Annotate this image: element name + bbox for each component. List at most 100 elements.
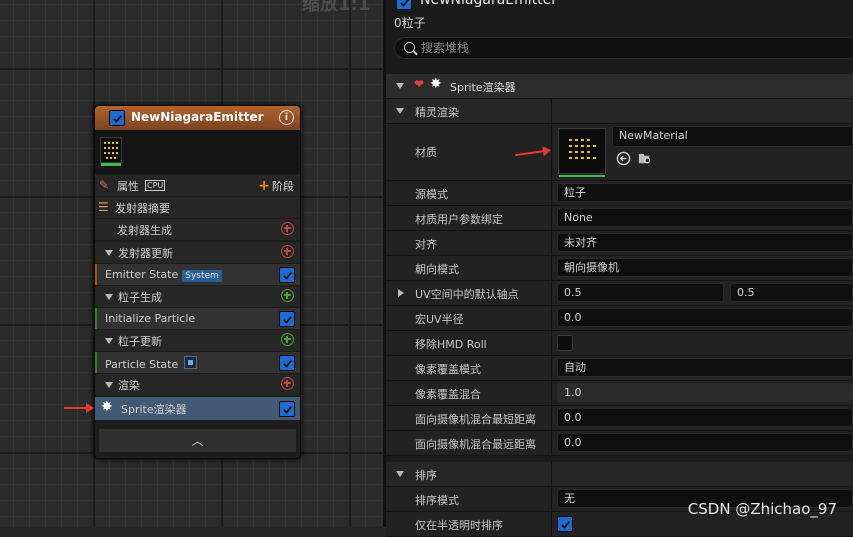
- emitter-title: NewNiagaraEmitter: [420, 0, 557, 8]
- check-icon: [282, 359, 292, 368]
- emitter-thumbnail-icon[interactable]: [100, 137, 122, 166]
- properties-label: 属性: [117, 179, 139, 193]
- pivot-u-input[interactable]: 0.5: [557, 283, 724, 302]
- material-label: 材质: [415, 146, 437, 159]
- emitter-enable-checkbox[interactable]: [109, 110, 125, 126]
- emitter-enable-checkbox[interactable]: [396, 0, 412, 10]
- row-macro-uv-radius: 宏UV半径 0.0: [386, 306, 853, 331]
- pixel-coverage-mode-dropdown[interactable]: 自动: [557, 358, 853, 377]
- node-renderer-sprite[interactable]: ✸ Sprite渲染器: [95, 397, 300, 420]
- heart-icon: ❤: [414, 77, 425, 91]
- check-icon: [112, 114, 122, 123]
- row-camera-blend-max: 面向摄像机混合最远距离 0.0: [386, 431, 853, 456]
- material-user-param-dropdown[interactable]: None: [557, 208, 853, 227]
- collapse-icon: [105, 249, 113, 256]
- module-enable-checkbox[interactable]: [279, 267, 295, 283]
- remove-hmd-roll-checkbox[interactable]: [557, 335, 573, 351]
- particle-count: 0粒子: [394, 16, 426, 30]
- check-icon: [282, 405, 292, 414]
- row-alignment: 对齐 未对齐: [386, 231, 853, 256]
- node-row-emitter-summary[interactable]: ☰ 发射器摘要: [95, 197, 300, 218]
- collapse-node-button[interactable]: ︿: [99, 429, 296, 452]
- sprite-icon: ✸: [430, 76, 442, 92]
- renderer-enable-checkbox[interactable]: [279, 401, 295, 417]
- material-thumbnail[interactable]: [558, 128, 606, 177]
- pencil-icon: ✎: [99, 178, 110, 192]
- row-remove-hmd-roll: 移除HMD Roll: [386, 331, 853, 356]
- stack-details-panel: NewNiagaraEmitter 0粒子 ❤ ✸ Sprite渲染器 精灵渲染…: [386, 0, 853, 537]
- row-source-mode: 源模式 粒子: [386, 181, 853, 206]
- cpu-tag: CPU: [145, 180, 166, 191]
- material-dropdown[interactable]: NewMaterial: [612, 126, 853, 147]
- plus-circle-icon[interactable]: [281, 289, 294, 302]
- use-selected-arrow-left-icon[interactable]: [616, 151, 631, 166]
- row-pixel-coverage-blend: 像素覆盖混合 1.0: [386, 381, 853, 406]
- niagara-graph-canvas[interactable]: 缩放1:1 NewNiagaraEmitter i ✎ 属性 CPU + 阶段 ☰: [0, 0, 383, 527]
- collapse-icon: [396, 108, 404, 114]
- list-icon: ☰: [98, 200, 109, 214]
- plus-circle-icon[interactable]: [281, 245, 294, 258]
- search-icon: [404, 42, 415, 53]
- emitter-node-title: NewNiagaraEmitter: [131, 110, 264, 124]
- collapse-icon: [105, 337, 113, 344]
- sort-translucent-only-checkbox[interactable]: [557, 516, 573, 532]
- module-enable-checkbox[interactable]: [279, 355, 295, 371]
- node-module-emitter-state[interactable]: Emitter State System: [95, 264, 300, 285]
- annotation-arrow: [64, 403, 94, 413]
- node-section-particle-update[interactable]: 粒子更新: [95, 330, 300, 351]
- plus-icon: +: [258, 177, 270, 194]
- emitter-thumbnail-area: [95, 130, 300, 174]
- sprite-icon: ✸: [101, 399, 113, 415]
- check-icon: [560, 520, 570, 529]
- property-list: ❤ ✸ Sprite渲染器 精灵渲染 材质 NewMaterial 源模式 粒子…: [386, 74, 853, 537]
- material-row: 材质 NewMaterial: [386, 124, 853, 181]
- node-row-emitter-spawn[interactable]: 发射器生成: [95, 219, 300, 240]
- emitter-node-header[interactable]: NewNiagaraEmitter i: [95, 106, 300, 130]
- pivot-v-input[interactable]: 0.5: [730, 283, 853, 302]
- group-sprite-rendering[interactable]: 精灵渲染: [386, 99, 853, 124]
- watermark: CSDN @Zhichao_97: [687, 500, 837, 518]
- plus-circle-icon[interactable]: [281, 222, 294, 235]
- plus-circle-icon[interactable]: [281, 377, 294, 390]
- collapse-icon: [396, 471, 404, 477]
- check-icon: [282, 315, 292, 324]
- camera-blend-max-input[interactable]: 0.0: [557, 433, 853, 452]
- zoom-label: 缩放1:1: [302, 0, 371, 15]
- system-tag: System: [182, 270, 222, 282]
- emitter-node[interactable]: NewNiagaraEmitter i ✎ 属性 CPU + 阶段 ☰ 发射器摘要…: [94, 105, 301, 459]
- row-pixel-coverage-mode: 像素覆盖模式 自动: [386, 356, 853, 381]
- group-sorting[interactable]: 排序: [386, 462, 853, 487]
- alignment-dropdown[interactable]: 未对齐: [557, 233, 853, 252]
- node-module-particle-state[interactable]: Particle State: [95, 352, 300, 373]
- search-input[interactable]: [421, 40, 841, 56]
- node-section-render[interactable]: 渲染: [95, 374, 300, 395]
- node-module-initialize-particle[interactable]: Initialize Particle: [95, 308, 300, 329]
- row-camera-blend-min: 面向摄像机混合最短距离 0.0: [386, 406, 853, 431]
- source-mode-dropdown[interactable]: 粒子: [557, 183, 853, 202]
- node-section-emitter-update[interactable]: 发射器更新: [95, 242, 300, 263]
- pixel-coverage-blend-input[interactable]: 1.0: [557, 383, 853, 402]
- collapse-icon: [105, 293, 113, 300]
- browse-icon[interactable]: [637, 151, 652, 166]
- check-icon: [399, 0, 409, 7]
- module-type-icon: [184, 355, 198, 369]
- collapse-icon: [105, 381, 113, 388]
- facing-mode-dropdown[interactable]: 朝向摄像机: [557, 258, 853, 277]
- expand-icon[interactable]: [398, 289, 404, 297]
- node-properties-row[interactable]: ✎ 属性 CPU + 阶段: [95, 175, 300, 196]
- renderer-header[interactable]: ❤ ✸ Sprite渲染器: [386, 74, 853, 99]
- macro-uv-radius-input[interactable]: 0.0: [557, 308, 853, 327]
- plus-circle-icon[interactable]: [281, 333, 294, 346]
- camera-blend-min-input[interactable]: 0.0: [557, 408, 853, 427]
- collapse-icon: [396, 83, 404, 89]
- chevron-up-icon: ︿: [191, 434, 204, 448]
- search-box[interactable]: [394, 37, 853, 59]
- add-stage-button[interactable]: + 阶段: [258, 178, 294, 194]
- check-icon: [282, 271, 292, 280]
- row-material-user-param: 材质用户参数绑定 None: [386, 206, 853, 231]
- module-enable-checkbox[interactable]: [279, 311, 295, 327]
- node-section-particle-spawn[interactable]: 粒子生成: [95, 286, 300, 307]
- row-facing-mode: 朝向模式 朝向摄像机: [386, 256, 853, 281]
- info-icon[interactable]: i: [279, 110, 294, 125]
- row-pivot-uv[interactable]: UV空间中的默认轴点 0.5 0.5: [386, 281, 853, 306]
